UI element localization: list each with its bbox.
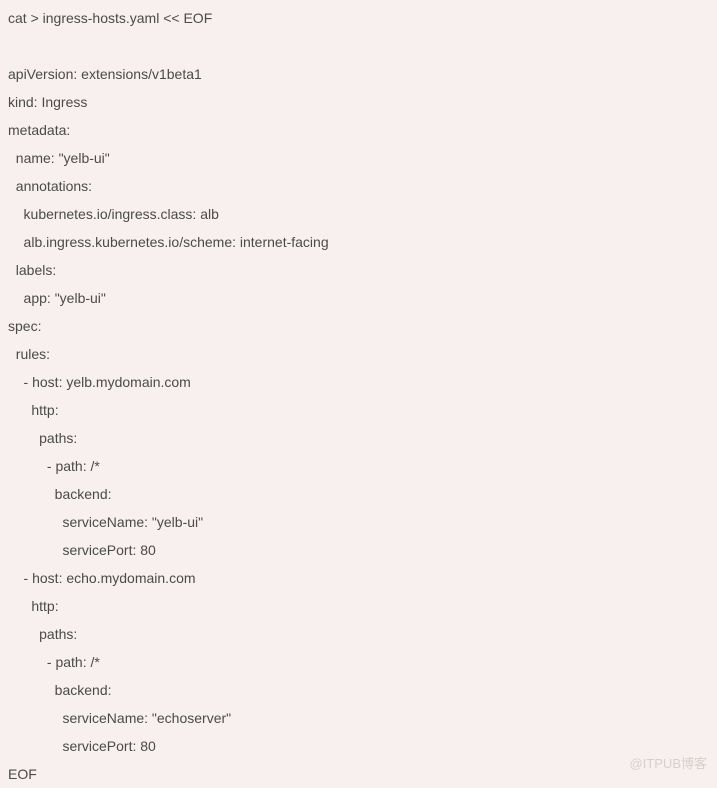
code-block: cat > ingress-hosts.yaml << EOF apiVersi… bbox=[8, 4, 707, 788]
watermark: @ITPUB博客 bbox=[630, 750, 707, 778]
